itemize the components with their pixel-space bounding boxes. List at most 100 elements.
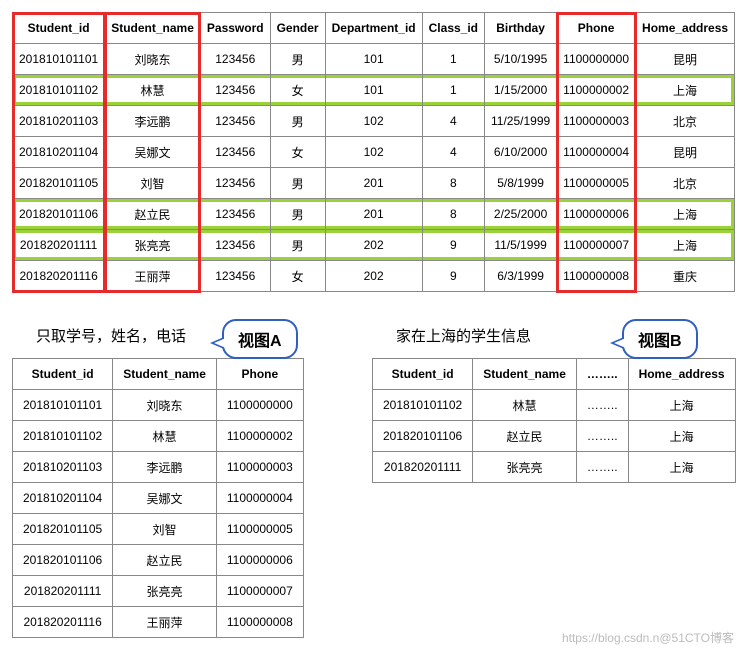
cell-student_name: 李远鹏 [113, 452, 217, 483]
cell-gender: 女 [270, 261, 325, 292]
cell-student_name: 吴娜文 [105, 137, 201, 168]
table-row: 201820201111张亮亮1100000007 [13, 576, 304, 607]
view-a-bubble: 视图A [222, 319, 298, 359]
cell-phone: 1100000005 [557, 168, 636, 199]
cell-student_id: 201820101106 [13, 199, 105, 230]
col-header: …….. [576, 359, 628, 390]
cell-phone: 1100000004 [216, 483, 303, 514]
cell-phone: 1100000002 [557, 75, 636, 106]
cell-gender: 男 [270, 168, 325, 199]
table-row: 201810101102林慧123456女10111/15/2000110000… [13, 75, 735, 106]
col-phone: Phone [216, 359, 303, 390]
cell-department_id: 201 [325, 199, 422, 230]
cell-department_id: 201 [325, 168, 422, 199]
table-row: 201810101102林慧……..上海 [373, 390, 736, 421]
cell-student_id: 201820201111 [13, 230, 105, 261]
cell-birthday: 11/25/1999 [485, 106, 557, 137]
col-header: Home_address [628, 359, 735, 390]
cell-password: 123456 [200, 168, 270, 199]
cell-department_id: 102 [325, 137, 422, 168]
col-student_name: Student_name [105, 13, 201, 44]
cell-class_id: 1 [422, 75, 484, 106]
cell-phone: 1100000007 [216, 576, 303, 607]
cell-home_address: 北京 [636, 168, 735, 199]
cell-gender: 男 [270, 230, 325, 261]
table-row: 201820201116王丽萍123456女20296/3/1999110000… [13, 261, 735, 292]
view-a-block: 只取学号，姓名，电话 视图A Student_idStudent_namePho… [12, 325, 322, 638]
cell-student_name: 刘晓东 [105, 44, 201, 75]
table-row: 201810201104吴娜文1100000004 [13, 483, 304, 514]
cell-birthday: 6/3/1999 [485, 261, 557, 292]
watermark: https://blog.csdn.n@51CTO博客 [562, 629, 734, 646]
cell: 201820201111 [373, 452, 473, 483]
cell-student_id: 201810201103 [13, 106, 105, 137]
main-table-wrapper: Student_idStudent_namePasswordGenderDepa… [12, 12, 735, 292]
col-student_id: Student_id [13, 359, 113, 390]
cell-home_address: 昆明 [636, 137, 735, 168]
col-phone: Phone [557, 13, 636, 44]
col-department_id: Department_id [325, 13, 422, 44]
cell-student_id: 201820101106 [13, 545, 113, 576]
cell-phone: 1100000003 [557, 106, 636, 137]
cell-password: 123456 [200, 106, 270, 137]
col-student_id: Student_id [13, 13, 105, 44]
cell-student_id: 201820201116 [13, 607, 113, 638]
cell-student_name: 刘晓东 [113, 390, 217, 421]
table-row: 201820101105刘智1100000005 [13, 514, 304, 545]
cell-password: 123456 [200, 75, 270, 106]
cell-student_name: 林慧 [105, 75, 201, 106]
table-row: 201810201104吴娜文123456女10246/10/200011000… [13, 137, 735, 168]
cell-phone: 1100000008 [557, 261, 636, 292]
table-row: 201820201111张亮亮123456男202911/5/199911000… [13, 230, 735, 261]
cell: 上海 [628, 390, 735, 421]
cell-phone: 1100000004 [557, 137, 636, 168]
cell-password: 123456 [200, 199, 270, 230]
cell: 上海 [628, 452, 735, 483]
cell: 201810101102 [373, 390, 473, 421]
table-row: 201810101102林慧1100000002 [13, 421, 304, 452]
cell-student_id: 201820101105 [13, 514, 113, 545]
cell-student_name: 张亮亮 [105, 230, 201, 261]
cell-student_name: 刘智 [113, 514, 217, 545]
col-gender: Gender [270, 13, 325, 44]
cell-class_id: 8 [422, 168, 484, 199]
cell-student_id: 201820201111 [13, 576, 113, 607]
cell-home_address: 上海 [636, 75, 735, 106]
cell-student_name: 刘智 [105, 168, 201, 199]
cell-birthday: 1/15/2000 [485, 75, 557, 106]
cell: 赵立民 [473, 421, 577, 452]
table-row: 201810101101刘晓东1100000000 [13, 390, 304, 421]
cell: …….. [576, 421, 628, 452]
cell-student_name: 张亮亮 [113, 576, 217, 607]
cell-phone: 1100000000 [216, 390, 303, 421]
cell: 201820101106 [373, 421, 473, 452]
col-student_name: Student_name [113, 359, 217, 390]
table-row: 201810201103李远鹏1100000003 [13, 452, 304, 483]
cell-password: 123456 [200, 44, 270, 75]
col-header: Student_id [373, 359, 473, 390]
view-b-table: Student_idStudent_name……..Home_address20… [372, 358, 736, 483]
view-b-bubble: 视图B [622, 319, 698, 359]
cell-gender: 女 [270, 137, 325, 168]
cell-birthday: 5/8/1999 [485, 168, 557, 199]
cell: 张亮亮 [473, 452, 577, 483]
cell: 上海 [628, 421, 735, 452]
cell-birthday: 11/5/1999 [485, 230, 557, 261]
col-header: Student_name [473, 359, 577, 390]
cell-gender: 男 [270, 199, 325, 230]
table-row: 201820101106赵立民……..上海 [373, 421, 736, 452]
cell-home_address: 昆明 [636, 44, 735, 75]
table-row: 201820101105刘智123456男20185/8/19991100000… [13, 168, 735, 199]
cell-password: 123456 [200, 261, 270, 292]
cell-gender: 男 [270, 106, 325, 137]
col-password: Password [200, 13, 270, 44]
cell-phone: 1100000000 [557, 44, 636, 75]
table-row: 201810201103李远鹏123456男102411/25/19991100… [13, 106, 735, 137]
cell-student_id: 201820201116 [13, 261, 105, 292]
cell-home_address: 上海 [636, 230, 735, 261]
cell-home_address: 重庆 [636, 261, 735, 292]
table-row: 201810101101刘晓东123456男10115/10/199511000… [13, 44, 735, 75]
cell-password: 123456 [200, 230, 270, 261]
col-class_id: Class_id [422, 13, 484, 44]
cell-student_id: 201810201104 [13, 137, 105, 168]
